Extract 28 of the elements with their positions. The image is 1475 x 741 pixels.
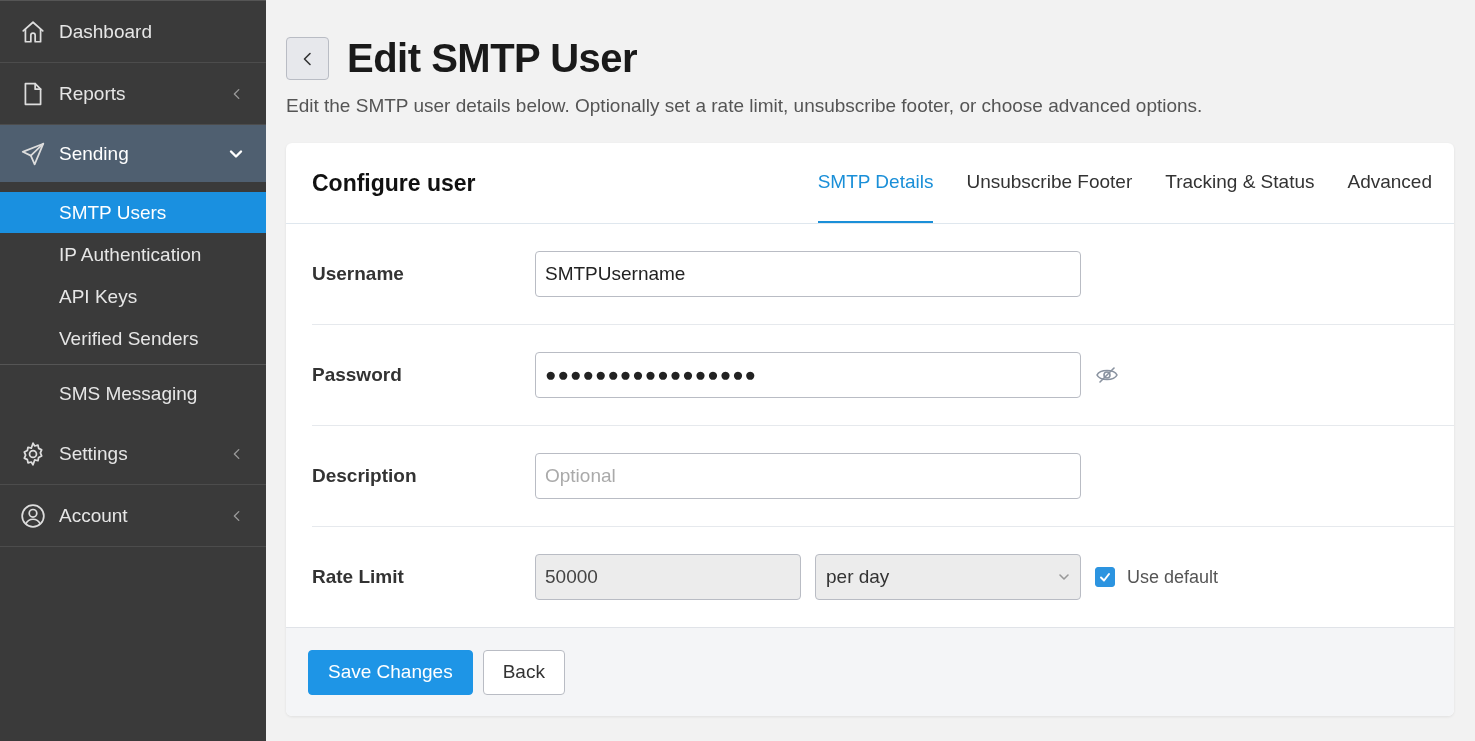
field-label: Description (312, 465, 418, 487)
back-button[interactable]: Back (482, 649, 565, 695)
field-label: Rate Limit (312, 566, 405, 588)
paper-plane-icon (20, 140, 46, 167)
sidebar-item[interactable]: SMS Messaging (0, 365, 266, 423)
field-label: Username (312, 263, 405, 285)
sidebar-item[interactable]: Sending (0, 125, 266, 182)
input-field[interactable]: SMTPUsername (535, 251, 1081, 297)
checkmark-icon (1098, 570, 1112, 584)
chevron-down-icon (1058, 571, 1070, 583)
user-icon (20, 502, 46, 529)
field-label: Password (312, 364, 403, 386)
page-title: Edit SMTP User (347, 36, 638, 81)
tab[interactable]: Tracking & Status (1165, 143, 1315, 223)
checkbox-label: Use default (1127, 566, 1219, 588)
sidebar-subitem[interactable]: IP Authentication (0, 234, 266, 275)
tab[interactable]: Advanced (1347, 143, 1432, 223)
sidebar-subitem[interactable]: API Keys (0, 276, 266, 317)
sidebar-subitem[interactable]: Verified Senders (0, 318, 266, 359)
input-field[interactable]: Optional (535, 453, 1081, 499)
sidebar-item[interactable]: Account (0, 485, 266, 547)
tab[interactable]: Unsubscribe Footer (966, 143, 1133, 223)
sidebar-item[interactable]: Dashboard (0, 1, 266, 63)
page-subtitle: Edit the SMTP user details below. Optionally set a rate limit, unsubscribe footer, or choose advanced options. (286, 95, 1204, 117)
sidebar-item[interactable]: Settings (0, 423, 266, 485)
password-field[interactable]: ●●●●●●●●●●●●●●●●● (535, 352, 1081, 398)
tab[interactable]: SMTP Details (817, 143, 934, 223)
card-title: Configure user (312, 169, 476, 197)
